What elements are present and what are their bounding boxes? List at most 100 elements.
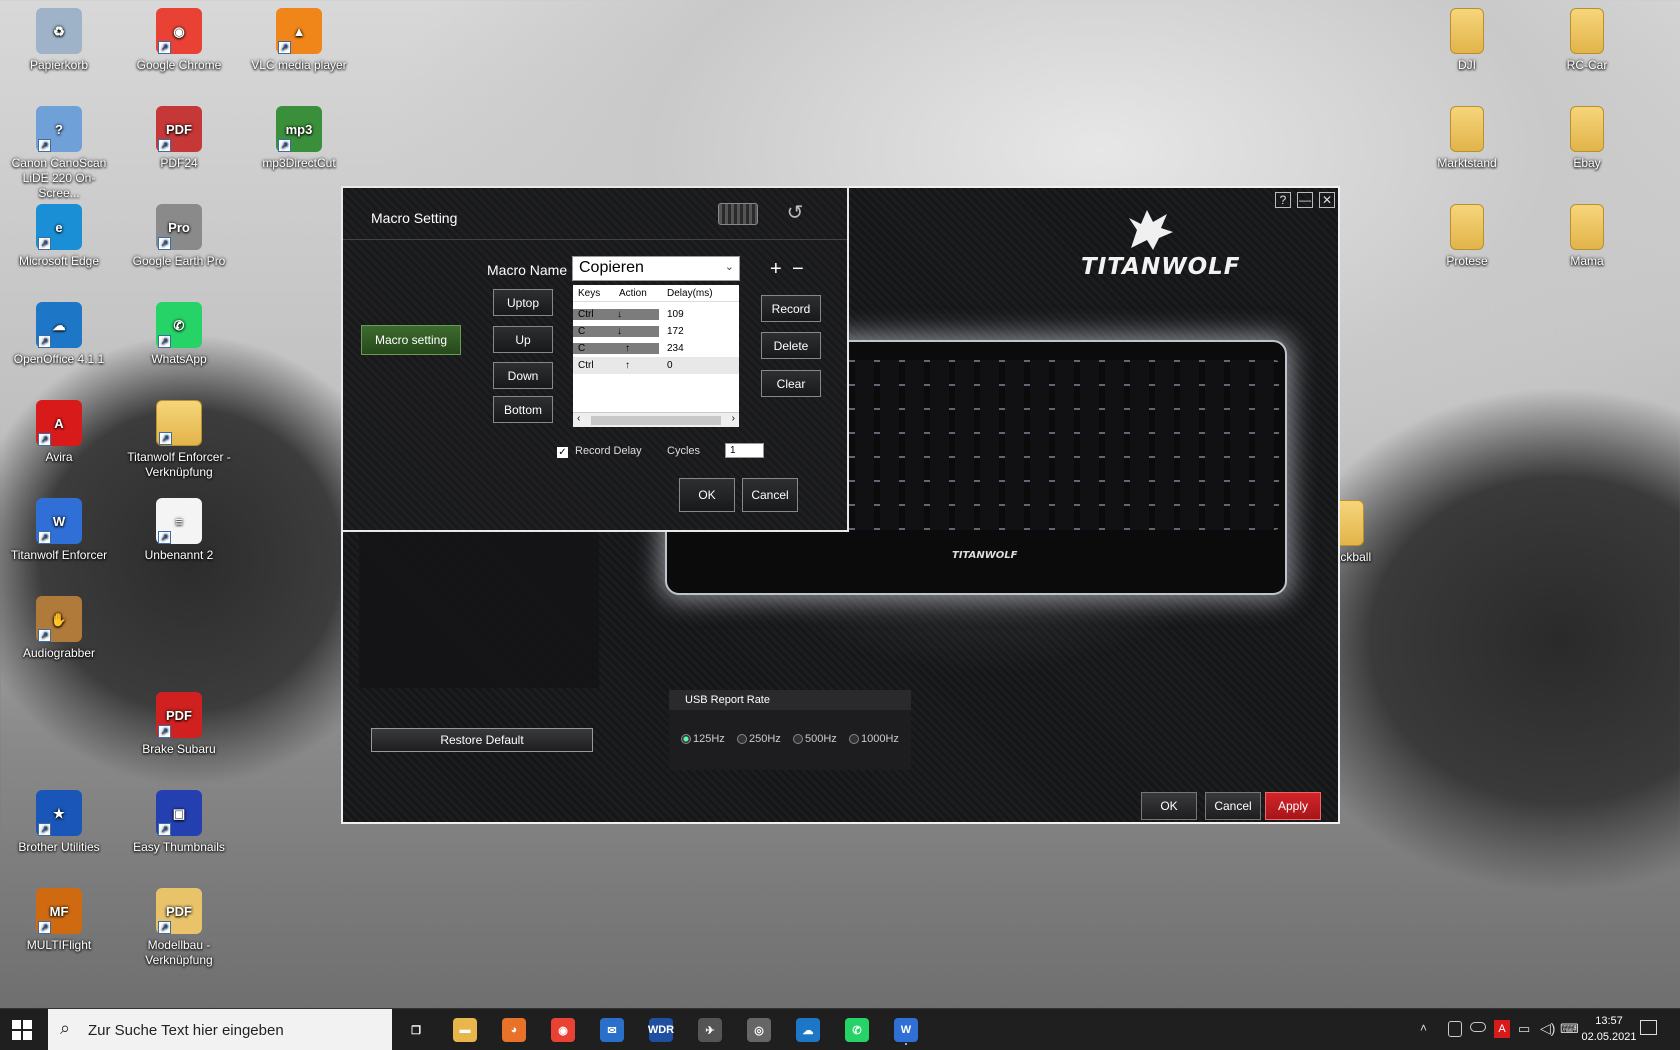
firefox-icon[interactable]: ◕: [502, 1018, 526, 1042]
macro-events-table[interactable]: Keys Action Delay(ms) Ctrl ↓ 109 C ↓ 172 C ↑ 234…: [573, 285, 739, 427]
table-row[interactable]: C ↓ 172: [573, 323, 739, 340]
cell-key: C: [573, 343, 609, 354]
shortcut-arrow-icon: ↗: [38, 629, 51, 642]
app-apply-button[interactable]: Apply: [1265, 792, 1321, 820]
macro-setting-sidebar-button[interactable]: Macro setting: [361, 325, 461, 355]
desktop-icon[interactable]: MF ↗ MULTIFlight: [4, 888, 114, 953]
desktop-icon[interactable]: Ebay: [1532, 106, 1642, 171]
wdr-radio-icon[interactable]: WDR: [648, 1018, 674, 1042]
help-button[interactable]: ?: [1275, 192, 1291, 208]
uptop-button[interactable]: Uptop: [493, 289, 553, 316]
bottom-button[interactable]: Bottom: [493, 396, 553, 423]
thunderbird-icon[interactable]: ✉: [600, 1018, 624, 1042]
network-icon[interactable]: ▭: [1518, 1021, 1530, 1037]
column-header-keys: Keys: [578, 287, 601, 299]
desktop-icon[interactable]: ✋ ↗ Audiograbber: [4, 596, 114, 661]
folder-icon: [1450, 106, 1484, 152]
desktop-icon[interactable]: ≡ ↗ Unbenannt 2: [124, 498, 234, 563]
show-hidden-icons-icon[interactable]: ˄: [1420, 1021, 1427, 1035]
desktop-icon[interactable]: ♻ Papierkorb: [4, 8, 114, 73]
desktop-icon[interactable]: RC-Car: [1532, 8, 1642, 73]
restore-default-button[interactable]: Restore Default: [371, 728, 593, 752]
clear-button[interactable]: Clear: [761, 370, 821, 397]
macro-cancel-button[interactable]: Cancel: [742, 478, 798, 512]
satellite-icon[interactable]: ✈: [698, 1018, 722, 1042]
reset-icon[interactable]: ↺: [783, 202, 807, 226]
rate-option-500[interactable]: 500Hz: [793, 733, 837, 745]
desktop-icon[interactable]: ▣ ↗ Easy Thumbnails: [124, 790, 234, 855]
shortcut-arrow-icon: ↗: [38, 921, 51, 934]
onedrive-icon[interactable]: [1470, 1022, 1486, 1032]
clock[interactable]: 13:57 02.05.2021: [1578, 1013, 1640, 1045]
desktop-icon[interactable]: DJI: [1412, 8, 1522, 73]
desktop-icon[interactable]: ✆ ↗ WhatsApp: [124, 302, 234, 367]
desktop-icon[interactable]: Mama: [1532, 204, 1642, 269]
desktop-icon[interactable]: ↗ Titanwolf Enforcer - Verknüpfung: [124, 400, 234, 480]
horizontal-scrollbar[interactable]: ‹ ›: [573, 412, 739, 427]
close-button[interactable]: ✕: [1319, 192, 1335, 208]
notifications-icon[interactable]: [1640, 1020, 1657, 1035]
whatsapp-icon[interactable]: ✆: [845, 1018, 869, 1042]
windows-start-icon[interactable]: [12, 1020, 32, 1040]
desktop-icon[interactable]: ☁ ↗ OpenOffice 4.1.1: [4, 302, 114, 367]
desktop-icon[interactable]: PDF ↗ PDF24: [124, 106, 234, 171]
desktop-icon[interactable]: ▲ ↗ VLC media player: [244, 8, 354, 73]
chrome-icon[interactable]: ◉: [551, 1018, 575, 1042]
desktop-icon[interactable]: PDF ↗ Modellbau - Verknüpfung: [124, 888, 234, 968]
table-row[interactable]: C ↑ 234: [573, 340, 739, 357]
desktop-icon[interactable]: mp3 ↗ mp3DirectCut: [244, 106, 354, 171]
desktop-icon[interactable]: PDF ↗ Brake Subaru: [124, 692, 234, 757]
cell-delay: 109: [667, 309, 684, 320]
shortcut-arrow-icon: ↗: [158, 531, 171, 544]
macro-name-select[interactable]: Copieren ⌄: [572, 256, 740, 281]
keyboard-layout-icon[interactable]: ⌨: [1560, 1021, 1579, 1037]
desktop-icon[interactable]: Marktstand: [1412, 106, 1522, 171]
record-delay-checkbox[interactable]: ✓: [557, 447, 568, 458]
desktop-icon[interactable]: Pro ↗ Google Earth Pro: [124, 204, 234, 269]
desktop-icon[interactable]: A ↗ Avira: [4, 400, 114, 465]
record-button[interactable]: Record: [761, 295, 821, 322]
easy-thumbnails-icon: ▣ ↗: [156, 790, 202, 836]
task-view-icon[interactable]: ❐: [404, 1018, 428, 1042]
radio-icon: [793, 734, 803, 744]
openoffice-icon[interactable]: ☁: [796, 1018, 820, 1042]
avira-tray-icon[interactable]: A: [1494, 1020, 1510, 1038]
shortcut-arrow-icon: ↗: [158, 237, 171, 250]
cassette-icon[interactable]: ◎: [747, 1018, 771, 1042]
up-button[interactable]: Up: [493, 326, 553, 353]
cycles-input[interactable]: [725, 443, 764, 458]
minimize-button[interactable]: —: [1297, 192, 1313, 208]
down-button[interactable]: Down: [493, 362, 553, 389]
desktop-icon[interactable]: ◉ ↗ Google Chrome: [124, 8, 234, 73]
add-macro-button[interactable]: +: [770, 259, 782, 279]
device-icon[interactable]: [1448, 1021, 1462, 1037]
scroll-left-icon[interactable]: ‹: [577, 413, 580, 424]
table-row[interactable]: Ctrl ↑ 0: [573, 357, 739, 374]
scrollbar-thumb[interactable]: [591, 416, 721, 425]
taskbar-search-box[interactable]: ⌕ Zur Suche Text hier eingeben: [48, 1009, 392, 1050]
remove-macro-button[interactable]: −: [792, 259, 804, 279]
radio-icon: [849, 734, 859, 744]
scroll-right-icon[interactable]: ›: [732, 413, 735, 424]
desktop-icon[interactable]: ★ ↗ Brother Utilities: [4, 790, 114, 855]
rate-option-250[interactable]: 250Hz: [737, 733, 781, 745]
desktop-icon[interactable]: ? ↗ Canon CanoScan LiDE 220 On-Scree...: [4, 106, 114, 201]
desktop-icon[interactable]: e ↗ Microsoft Edge: [4, 204, 114, 269]
app-cancel-button[interactable]: Cancel: [1205, 792, 1261, 820]
macro-ok-button[interactable]: OK: [679, 478, 735, 512]
delete-button[interactable]: Delete: [761, 332, 821, 359]
desktop-icon-label: Papierkorb: [29, 58, 89, 72]
rate-option-125[interactable]: 125Hz: [681, 733, 725, 745]
file-explorer-icon[interactable]: ▬: [453, 1018, 477, 1042]
desktop-icon[interactable]: Protese: [1412, 204, 1522, 269]
table-row[interactable]: Ctrl ↓ 109: [573, 306, 739, 323]
titanwolf-icon[interactable]: W: [894, 1018, 918, 1042]
search-icon: ⌕: [60, 1018, 71, 1038]
volume-icon[interactable]: ◁): [1540, 1020, 1555, 1037]
chrome-icon: ◉ ↗: [156, 8, 202, 54]
desktop-icon[interactable]: W ↗ Titanwolf Enforcer: [4, 498, 114, 563]
keyboard-icon[interactable]: [718, 203, 758, 225]
app-ok-button[interactable]: OK: [1141, 792, 1197, 820]
rate-option-1000[interactable]: 1000Hz: [849, 733, 899, 745]
shortcut-arrow-icon: ↗: [158, 823, 171, 836]
